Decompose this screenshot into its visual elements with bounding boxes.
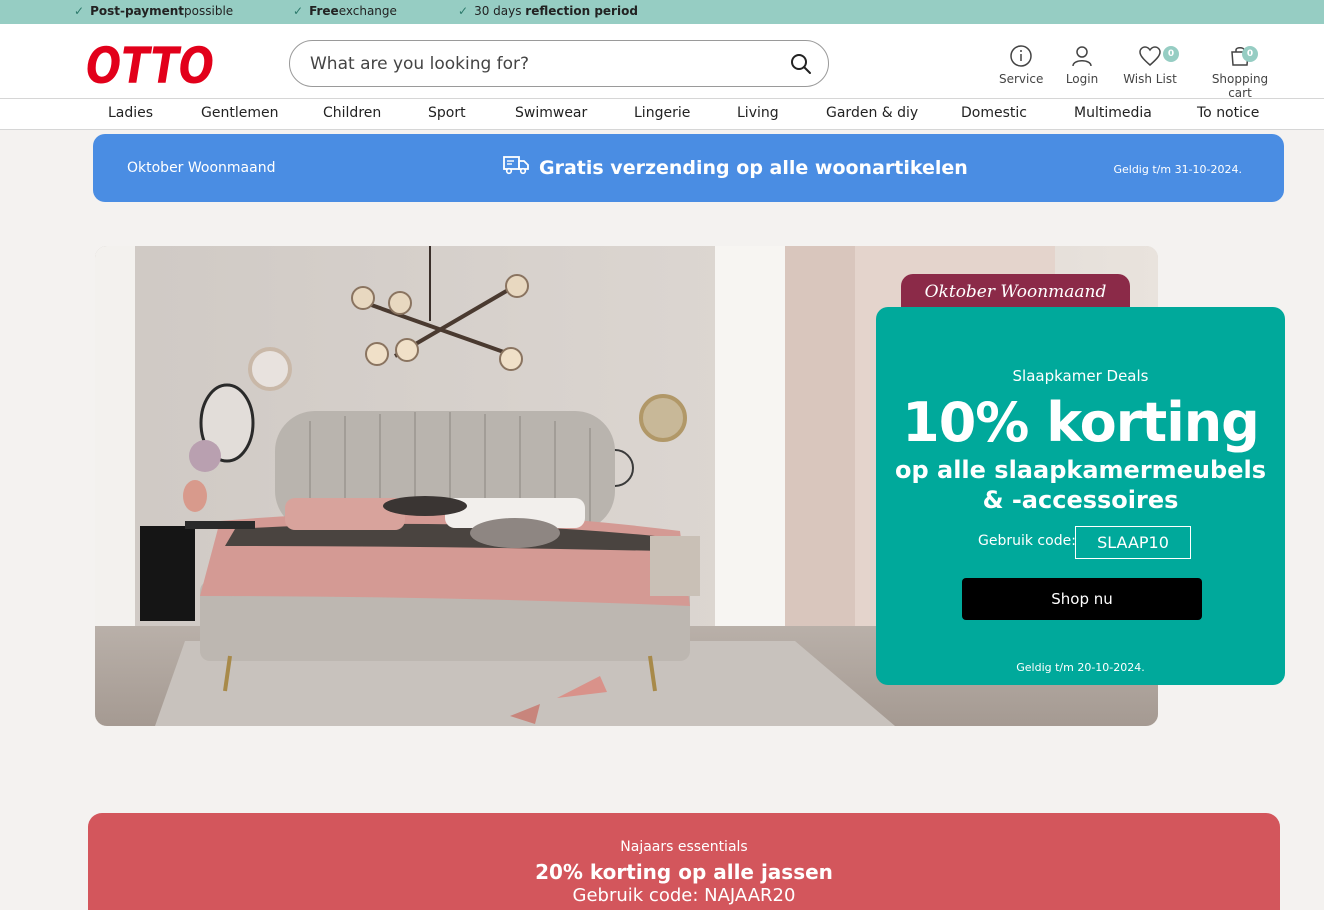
shop-now-button[interactable]: Shop nu	[962, 578, 1202, 620]
check-icon: ✓	[293, 4, 304, 18]
usp-bar: ✓ Post-payment possible ✓ Free exchange …	[0, 0, 1324, 24]
nav-item-multimedia[interactable]: Multimedia	[1074, 105, 1152, 121]
nav-item-sport[interactable]: Sport	[428, 105, 466, 121]
nav-item-ladies[interactable]: Ladies	[108, 105, 153, 121]
jackets-promo-banner[interactable]: Najaars essentials 20% korting op alle j…	[88, 813, 1280, 910]
banner-kicker: Najaars essentials	[620, 839, 748, 855]
deal-description: op alle slaapkamermeubels & -accessoires	[876, 455, 1285, 515]
deal-subtitle: Slaapkamer Deals	[1012, 367, 1149, 385]
usp-bold: Free	[309, 4, 339, 18]
check-icon: ✓	[74, 4, 85, 18]
promo-headline-text: Gratis verzending op alle woonartikelen	[539, 156, 968, 179]
svg-text:OTTO: OTTO	[86, 41, 214, 89]
banner-headline: 20% korting op alle jassen	[535, 860, 833, 884]
wishlist-label: Wish List	[1123, 72, 1177, 86]
wishlist-count-badge: 0	[1163, 46, 1179, 62]
cart-count-badge: 0	[1242, 46, 1258, 62]
deal-description-line: op alle slaapkamermeubels	[894, 456, 1266, 484]
deal-card: Slaapkamer Deals 10% korting op alle sla…	[876, 307, 1285, 685]
search-icon[interactable]	[790, 53, 812, 75]
promo-headline: Gratis verzending op alle woonartikelen	[503, 155, 968, 180]
usp-item: ✓ Free exchange	[293, 4, 397, 18]
search-bar	[289, 40, 829, 87]
user-icon	[1064, 44, 1100, 68]
promo-code-label: Gebruik code:	[978, 533, 1076, 549]
info-icon	[999, 44, 1043, 68]
usp-bold: reflection period	[525, 4, 638, 18]
usp-bold: Post-payment	[90, 4, 185, 18]
nav-item-children[interactable]: Children	[323, 105, 381, 121]
nav-item-living[interactable]: Living	[737, 105, 779, 121]
cart-label: Shopping cart	[1211, 72, 1269, 100]
nav-item-gentlemen[interactable]: Gentlemen	[201, 105, 278, 121]
usp-text: exchange	[338, 4, 397, 18]
check-icon: ✓	[458, 4, 469, 18]
usp-item: ✓ 30 days reflection period	[458, 4, 638, 18]
login-label: Login	[1065, 72, 1099, 86]
otto-logo[interactable]: OTTO	[86, 37, 216, 95]
usp-item: ✓ Post-payment possible	[74, 4, 233, 18]
promo-code-row: Gebruik code: SLAAP10	[876, 526, 1285, 560]
cart-icon	[1200, 44, 1280, 68]
deal-validity: Geldig t/m 20-10-2024.	[1016, 661, 1145, 674]
promo-campaign-label: Oktober Woonmaand	[127, 160, 276, 176]
delivery-truck-icon	[503, 155, 539, 180]
service-label: Service	[999, 72, 1044, 86]
nav-item-lingerie[interactable]: Lingerie	[634, 105, 690, 121]
campaign-tab-label: Oktober Woonmaand	[924, 282, 1107, 302]
wishlist-button[interactable]: Wish List 0	[1123, 44, 1179, 86]
nav-item-to-notice[interactable]: To notice	[1197, 105, 1259, 121]
header: OTTO Service Login Wish List 0 Shopping …	[0, 24, 1324, 100]
usp-text: 30 days	[474, 4, 526, 18]
usp-text: possible	[184, 4, 234, 18]
nav-item-domestic[interactable]: Domestic	[961, 105, 1027, 121]
promo-validity: Geldig t/m 31-10-2024.	[1113, 163, 1242, 176]
login-button[interactable]: Login	[1064, 44, 1100, 86]
service-button[interactable]: Service	[999, 44, 1043, 86]
category-nav: Ladies Gentlemen Children Sport Swimwear…	[0, 98, 1324, 130]
shipping-promo-banner[interactable]: Oktober Woonmaand Gratis verzending op a…	[93, 134, 1284, 202]
nav-item-swimwear[interactable]: Swimwear	[515, 105, 587, 121]
promo-code-box[interactable]: SLAAP10	[1075, 526, 1191, 559]
search-input[interactable]	[310, 51, 770, 77]
banner-code-line: Gebruik code: NAJAAR20	[572, 885, 796, 906]
nav-item-garden[interactable]: Garden & diy	[826, 105, 918, 121]
deal-description-line: & -accessoires	[982, 486, 1179, 514]
cart-button[interactable]: Shopping cart 0	[1200, 44, 1280, 100]
deal-headline: 10% korting	[902, 391, 1260, 454]
